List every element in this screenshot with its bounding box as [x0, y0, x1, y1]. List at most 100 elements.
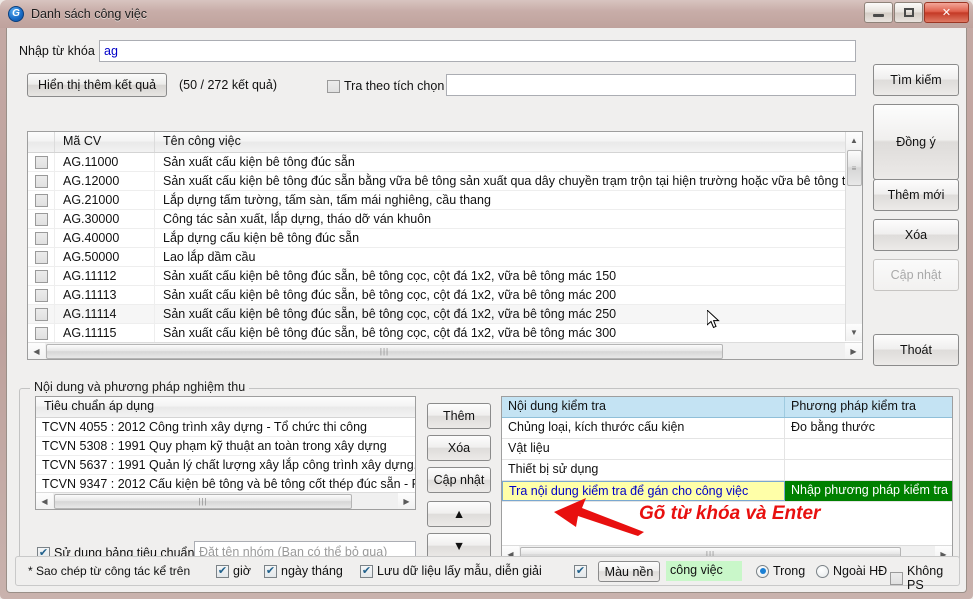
bgcolor-checkbox[interactable]: ✔ — [574, 565, 587, 578]
table-row[interactable]: Vật liệu — [502, 439, 952, 460]
row-checkbox[interactable] — [35, 175, 48, 188]
copy-date-row[interactable]: ✔ ngày tháng — [264, 564, 343, 578]
vscroll-track[interactable] — [846, 187, 863, 324]
maximize-button[interactable] — [894, 2, 923, 23]
cell-inspection-method[interactable]: Nhập phương pháp kiểm tra — [785, 481, 952, 501]
work-list-hscrollbar[interactable]: ◀ ||| ▶ — [28, 342, 862, 359]
row-checkbox[interactable] — [35, 232, 48, 245]
table-row[interactable]: AG.21000Lắp dựng tấm tường, tấm sàn, tấm… — [28, 191, 862, 210]
table-row[interactable]: AG.11115Sản xuất cấu kiện bê tông đúc sẵ… — [28, 324, 862, 343]
row-checkbox-cell[interactable] — [28, 324, 55, 343]
row-checkbox-cell[interactable] — [28, 172, 55, 191]
table-row[interactable]: AG.11114Sản xuất cấu kiện bê tông đúc sẵ… — [28, 305, 862, 324]
cell-code: AG.30000 — [55, 210, 155, 229]
close-button[interactable]: ✕ — [924, 2, 969, 23]
list-item[interactable]: TCVN 5308 : 1991 Quy phạm kỹ thuật an to… — [36, 437, 415, 456]
row-checkbox[interactable] — [35, 327, 48, 340]
copy-hour-checkbox[interactable]: ✔ — [216, 565, 229, 578]
radio-in-row[interactable]: Trong — [756, 564, 805, 578]
filter-by-check-checkbox[interactable] — [327, 80, 340, 93]
ok-button[interactable]: Đồng ý — [873, 104, 959, 180]
mid-move-up-button[interactable]: ▲ — [427, 501, 491, 527]
row-checkbox[interactable] — [35, 213, 48, 226]
radio-out-row[interactable]: Ngoài HĐ — [816, 564, 887, 578]
hscroll-thumb[interactable]: ||| — [46, 344, 723, 359]
search-button[interactable]: Tìm kiếm — [873, 64, 959, 96]
copy-hour-row[interactable]: ✔ giờ — [216, 564, 251, 578]
row-checkbox[interactable] — [35, 251, 48, 264]
bgcolor-button[interactable]: Màu nền — [598, 561, 660, 582]
row-checkbox[interactable] — [35, 308, 48, 321]
cell-name: Lắp dựng cấu kiện bê tông đúc sẵn — [155, 229, 847, 248]
table-row[interactable]: AG.11113Sản xuất cấu kiện bê tông đúc sẵ… — [28, 286, 862, 305]
row-checkbox[interactable] — [35, 270, 48, 283]
status-bar: * Sao chép từ công tác kể trên ✔ giờ ✔ n… — [15, 556, 960, 586]
list-item[interactable]: TCVN 5637 : 1991 Quản lý chất lượng xây … — [36, 456, 415, 475]
radio-in[interactable] — [756, 565, 769, 578]
cell-inspection-content[interactable]: Chủng loại, kích thước cấu kiện — [502, 418, 785, 438]
copy-note-label: * Sao chép từ công tác kể trên — [28, 564, 190, 578]
filter-by-check-row[interactable]: Tra theo tích chọn — [327, 79, 444, 93]
table-row[interactable]: AG.11112Sản xuất cấu kiện bê tông đúc sẵ… — [28, 267, 862, 286]
scroll-left-icon[interactable]: ◀ — [28, 343, 45, 360]
copy-date-checkbox[interactable]: ✔ — [264, 565, 277, 578]
table-row[interactable]: Thiết bị sử dụng — [502, 460, 952, 481]
vscroll-thumb[interactable]: ≡ — [847, 150, 862, 186]
title-bar: G Danh sách công việc ✕ — [0, 0, 973, 28]
row-checkbox[interactable] — [35, 194, 48, 207]
row-checkbox-cell[interactable] — [28, 191, 55, 210]
row-checkbox-cell[interactable] — [28, 305, 55, 324]
standards-scroll-right-icon[interactable]: ▶ — [398, 493, 415, 510]
table-row[interactable]: Chủng loại, kích thước cấu kiệnĐo bằng t… — [502, 418, 952, 439]
mid-delete-button[interactable]: Xóa — [427, 435, 491, 461]
table-row[interactable]: AG.11000Sản xuất cấu kiện bê tông đúc sẵ… — [28, 153, 862, 172]
work-list-vscrollbar[interactable]: ▲ ≡ ▼ — [845, 132, 862, 341]
save-sample-data-checkbox[interactable]: ✔ — [360, 565, 373, 578]
row-checkbox-cell[interactable] — [28, 286, 55, 305]
inspection-header: Nội dung kiểm tra Phương pháp kiểm tra — [502, 397, 952, 418]
scroll-down-icon[interactable]: ▼ — [846, 324, 863, 341]
filter-value-input[interactable] — [446, 74, 856, 96]
scroll-up-icon[interactable]: ▲ — [846, 132, 863, 149]
cell-inspection-content[interactable]: Vật liệu — [502, 439, 785, 459]
row-checkbox-cell[interactable] — [28, 248, 55, 267]
standards-scroll-left-icon[interactable]: ◀ — [36, 493, 53, 510]
row-checkbox-cell[interactable] — [28, 153, 55, 172]
table-row[interactable]: AG.12000Sản xuất cấu kiện bê tông đúc sẵ… — [28, 172, 862, 191]
row-checkbox-cell[interactable] — [28, 229, 55, 248]
maximize-icon — [904, 8, 914, 17]
table-row[interactable]: AG.30000Công tác sản xuất, lắp dựng, thá… — [28, 210, 862, 229]
save-sample-data-row[interactable]: ✔ Lưu dữ liệu lấy mẫu, diễn giải — [360, 564, 542, 578]
standards-grid: Tiêu chuẩn áp dụng TCVN 4055 : 2012 Công… — [35, 396, 416, 510]
row-checkbox[interactable] — [35, 289, 48, 302]
minimize-button[interactable] — [864, 2, 893, 23]
exit-button[interactable]: Thoát — [873, 334, 959, 366]
standards-hscrollbar[interactable]: ◀ ||| ▶ — [36, 492, 415, 509]
cell-inspection-method[interactable]: Đo bằng thước — [785, 418, 952, 438]
no-ps-row[interactable]: Không PS — [890, 564, 959, 592]
row-checkbox-cell[interactable] — [28, 210, 55, 229]
no-ps-checkbox[interactable] — [890, 572, 903, 585]
new-button[interactable]: Thêm mới — [873, 179, 959, 211]
cell-inspection-method[interactable] — [785, 460, 952, 480]
bgcolor-sample: công việc — [666, 561, 742, 581]
show-more-results-button[interactable]: Hiển thị thêm kết quả — [27, 73, 167, 97]
standards-hscroll-thumb[interactable]: ||| — [54, 494, 352, 509]
delete-button[interactable]: Xóa — [873, 219, 959, 251]
search-input[interactable] — [99, 40, 856, 62]
radio-out[interactable] — [816, 565, 829, 578]
mid-add-button[interactable]: Thêm — [427, 403, 491, 429]
row-checkbox-cell[interactable] — [28, 267, 55, 286]
cell-inspection-method[interactable] — [785, 439, 952, 459]
standard-text: TCVN 5308 : 1991 Quy phạm kỹ thuật an to… — [36, 437, 415, 456]
mid-update-button[interactable]: Cập nhật — [427, 467, 491, 493]
header-code: Mã CV — [55, 132, 155, 152]
row-checkbox[interactable] — [35, 156, 48, 169]
scroll-right-icon[interactable]: ▶ — [845, 343, 862, 360]
table-row[interactable]: AG.50000Lao lắp dầm cầu — [28, 248, 862, 267]
list-item[interactable]: TCVN 4055 : 2012 Công trình xây dựng - T… — [36, 418, 415, 437]
cell-code: AG.11000 — [55, 153, 155, 172]
client-area: Nhập từ khóa Hiển thị thêm kết quả (50 /… — [6, 28, 967, 593]
table-row[interactable]: AG.40000Lắp dựng cấu kiện bê tông đúc sẵ… — [28, 229, 862, 248]
cell-inspection-content[interactable]: Thiết bị sử dụng — [502, 460, 785, 480]
